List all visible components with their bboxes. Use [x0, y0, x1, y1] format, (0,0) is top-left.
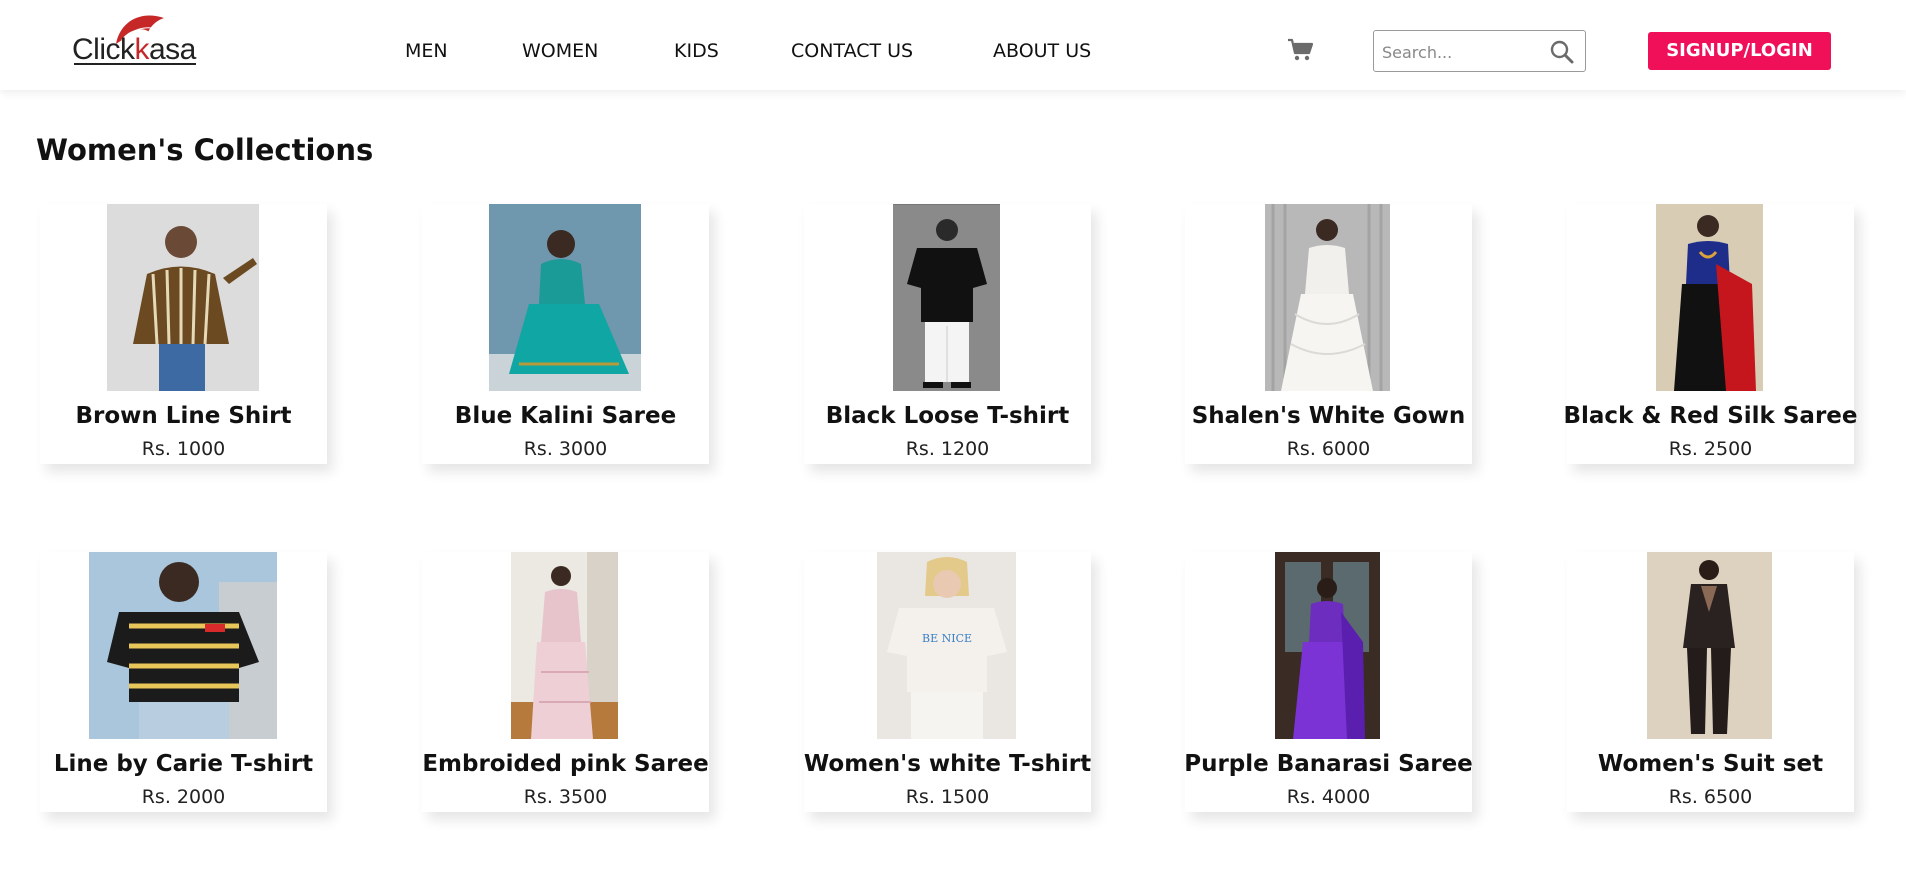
- product-name: Purple Banarasi Saree: [1184, 751, 1473, 777]
- search-icon[interactable]: [1549, 39, 1575, 65]
- product-image: BE NICE: [877, 552, 1016, 739]
- nav-kids[interactable]: KIDS: [674, 38, 719, 64]
- product-card[interactable]: Embroided pink Saree Rs. 3500: [422, 552, 709, 812]
- product-price: Rs. 1500: [905, 786, 990, 808]
- logo-text-left: Click: [72, 33, 135, 66]
- product-name: Blue Kalini Saree: [454, 403, 677, 429]
- product-image: [1265, 204, 1390, 391]
- product-price: Rs. 3500: [523, 786, 608, 808]
- product-price: Rs. 6500: [1668, 786, 1753, 808]
- product-name: Brown Line Shirt: [75, 403, 292, 429]
- product-price: Rs. 3000: [523, 438, 608, 460]
- logo-underline: [74, 63, 196, 65]
- nav-contact-us[interactable]: CONTACT US: [791, 38, 913, 64]
- site-header: Clickkasa MEN WOMEN KIDS CONTACT US ABOU…: [0, 0, 1906, 90]
- page-title: Women's Collections: [36, 133, 374, 167]
- product-card[interactable]: Shalen's White Gown Rs. 6000: [1185, 204, 1472, 464]
- logo-text-right: asa: [149, 33, 196, 66]
- product-image: [1656, 204, 1763, 391]
- product-card[interactable]: Purple Banarasi Saree Rs. 4000: [1184, 552, 1473, 812]
- product-image: [89, 552, 277, 739]
- site-logo[interactable]: Clickkasa: [72, 10, 204, 70]
- product-price: Rs. 2500: [1668, 438, 1753, 460]
- product-name: Shalen's White Gown: [1191, 403, 1466, 429]
- shopping-cart-icon[interactable]: [1287, 38, 1314, 62]
- product-price: Rs. 1200: [905, 438, 990, 460]
- product-name: Women's white T-shirt: [803, 751, 1092, 777]
- product-card[interactable]: Line by Carie T-shirt Rs. 2000: [40, 552, 327, 812]
- product-name: Line by Carie T-shirt: [53, 751, 314, 777]
- product-price: Rs. 4000: [1286, 786, 1371, 808]
- product-image: [107, 204, 259, 391]
- product-image: [893, 204, 1000, 391]
- product-card[interactable]: Black & Red Silk Saree Rs. 2500: [1564, 204, 1857, 464]
- product-name: Embroided pink Saree: [422, 751, 709, 777]
- nav-women[interactable]: WOMEN: [522, 38, 598, 64]
- logo-k-mark: k: [134, 33, 150, 66]
- signup-login-button[interactable]: SIGNUP/LOGIN: [1648, 32, 1831, 70]
- product-image: [1275, 552, 1380, 739]
- nav-about-us[interactable]: ABOUT US: [993, 38, 1091, 64]
- product-name: Women's Suit set: [1597, 751, 1824, 777]
- nav-men[interactable]: MEN: [405, 38, 448, 64]
- product-price: Rs. 6000: [1286, 438, 1371, 460]
- product-price: Rs. 1000: [141, 438, 226, 460]
- product-name: Black Loose T-shirt: [825, 403, 1070, 429]
- product-price: Rs. 2000: [141, 786, 226, 808]
- search-box: [1373, 30, 1586, 72]
- product-card[interactable]: Blue Kalini Saree Rs. 3000: [422, 204, 709, 464]
- product-card[interactable]: Black Loose T-shirt Rs. 1200: [804, 204, 1091, 464]
- product-card[interactable]: Brown Line Shirt Rs. 1000: [40, 204, 327, 464]
- product-image: [1647, 552, 1772, 739]
- product-image: [511, 552, 618, 739]
- product-image: [489, 204, 641, 391]
- svg-text:BE NICE: BE NICE: [922, 632, 972, 645]
- search-input[interactable]: [1382, 40, 1542, 64]
- product-name: Black & Red Silk Saree: [1563, 403, 1858, 429]
- product-card[interactable]: Women's Suit set Rs. 6500: [1567, 552, 1854, 812]
- product-card[interactable]: BE NICE Women's white T-shirt Rs. 1500: [804, 552, 1091, 812]
